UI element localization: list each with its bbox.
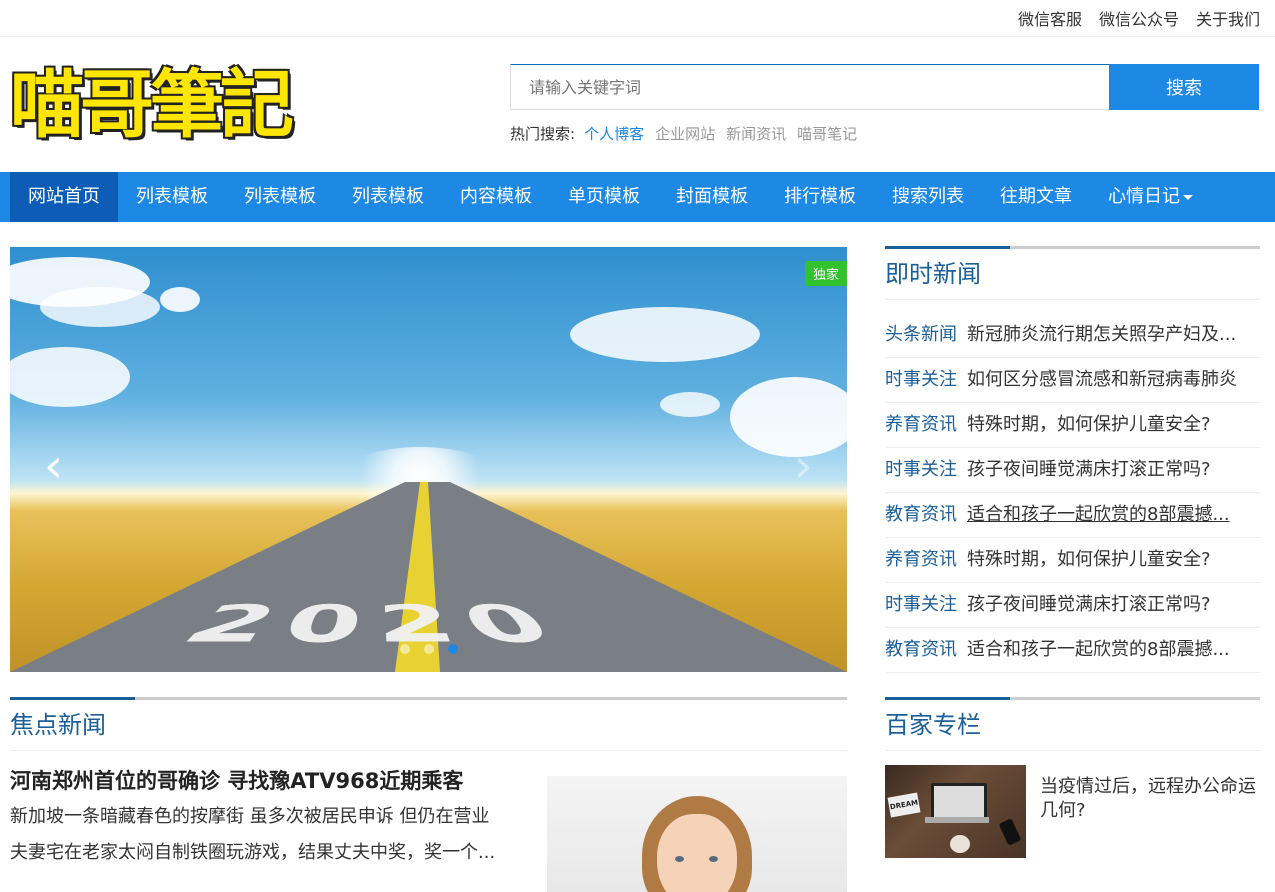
list-item[interactable]: 养育资讯 特殊时期，如何保护儿童安全? [885, 538, 1260, 583]
laptop-base-shape [925, 817, 989, 823]
slider-dot-active[interactable] [448, 644, 458, 654]
list-item[interactable]: 养育资讯 特殊时期，如何保护儿童安全? [885, 403, 1260, 448]
girl-face-shape [657, 814, 737, 892]
cloud-shape [660, 392, 720, 417]
notebook-shape: DREAM [887, 793, 920, 818]
list-item[interactable]: 时事关注 孩子夜间睡觉满床打滚正常吗? [885, 448, 1260, 493]
news-category[interactable]: 养育资讯 [885, 549, 957, 570]
hero-slider[interactable]: 2020 独家 ‹ › [10, 247, 847, 672]
section-title: 焦点新闻 [10, 700, 847, 750]
nav-item[interactable]: 往期文章 [982, 172, 1090, 222]
cup-shape [950, 835, 970, 853]
list-item[interactable]: 时事关注 孩子夜间睡觉满床打滚正常吗? [885, 583, 1260, 628]
chevron-left-icon[interactable]: ‹ [44, 442, 63, 490]
news-title[interactable]: 特殊时期，如何保护儿童安全? [967, 549, 1211, 570]
site-logo[interactable]: 喵哥筆記 [10, 55, 310, 155]
hot-searches: 热门搜索: 个人博客 企业网站 新闻资讯 喵哥笔记 [510, 123, 857, 144]
eye-shape [675, 856, 684, 862]
news-title[interactable]: 如何区分感冒流感和新冠病毒肺炎 [967, 369, 1237, 390]
nav-item[interactable]: 排行模板 [766, 172, 874, 222]
nav-item[interactable]: 内容模板 [442, 172, 550, 222]
about-us-link[interactable]: 关于我们 [1196, 6, 1260, 30]
cloud-shape [40, 287, 160, 327]
nav-item[interactable]: 列表模板 [334, 172, 442, 222]
search-input[interactable] [510, 64, 1128, 110]
news-category[interactable]: 时事关注 [885, 594, 957, 615]
top-bar: 微信客服 微信公众号 关于我们 [0, 0, 1275, 37]
nav-item-dropdown[interactable]: 心情日记 [1090, 172, 1211, 222]
section-accent-bar [885, 697, 1010, 700]
hot-search-label: 热门搜索: [510, 123, 575, 144]
exclusive-badge: 独家 [805, 261, 847, 286]
main-nav: 网站首页 列表模板 列表模板 列表模板 内容模板 单页模板 封面模板 排行模板 … [0, 172, 1275, 222]
slider-dot[interactable] [400, 644, 410, 654]
nav-item-label: 心情日记 [1108, 186, 1180, 207]
focus-headline[interactable]: 河南郑州首位的哥确诊 寻找豫ATV968近期乘客 [10, 763, 530, 799]
news-title[interactable]: 新冠肺炎流行期怎关照孕产妇及... [967, 324, 1236, 345]
search-box: 搜索 [510, 64, 1260, 110]
nav-item[interactable]: 列表模板 [118, 172, 226, 222]
list-item[interactable]: 时事关注 如何区分感冒流感和新冠病毒肺炎 [885, 358, 1260, 403]
section-title: 百家专栏 [885, 700, 1260, 750]
columns-header: 百家专栏 [885, 697, 1260, 751]
section-accent-bar [885, 246, 1010, 249]
news-title[interactable]: 适合和孩子一起欣赏的8部震撼... [967, 639, 1230, 660]
news-title[interactable]: 孩子夜间睡觉满床打滚正常吗? [967, 594, 1211, 615]
caret-down-icon [1183, 195, 1193, 200]
news-title[interactable]: 适合和孩子一起欣赏的8部震撼... [967, 504, 1230, 525]
search-button[interactable]: 搜索 [1109, 64, 1259, 110]
news-category[interactable]: 教育资讯 [885, 639, 957, 660]
top-links: 微信客服 微信公众号 关于我们 [1018, 6, 1260, 30]
news-category[interactable]: 时事关注 [885, 369, 957, 390]
slide-year-text: 2020 [160, 596, 594, 658]
phone-shape [999, 818, 1022, 846]
section-title: 即时新闻 [885, 249, 1260, 299]
news-title[interactable]: 特殊时期，如何保护儿童安全? [967, 414, 1211, 435]
slider-dot[interactable] [424, 644, 434, 654]
eye-shape [709, 856, 718, 862]
section-accent-bar [10, 697, 135, 700]
hot-search-item[interactable]: 企业网站 [655, 123, 715, 144]
focus-line[interactable]: 夫妻宅在老家太闷自制铁圈玩游戏，结果丈夫中奖，奖一个... [10, 835, 530, 871]
news-title[interactable]: 孩子夜间睡觉满床打滚正常吗? [967, 459, 1211, 480]
list-item[interactable]: 教育资讯 适合和孩子一起欣赏的8部震撼... [885, 493, 1260, 538]
column-item-title[interactable]: 当疫情过后，远程办公命运几何? [1040, 775, 1260, 823]
hot-search-item[interactable]: 新闻资讯 [726, 123, 786, 144]
news-category[interactable]: 教育资讯 [885, 504, 957, 525]
laptop-shape [931, 783, 987, 821]
wechat-service-link[interactable]: 微信客服 [1018, 6, 1082, 30]
news-category[interactable]: 养育资讯 [885, 414, 957, 435]
news-category[interactable]: 头条新闻 [885, 324, 957, 345]
news-category[interactable]: 时事关注 [885, 459, 957, 480]
hot-search-item[interactable]: 个人博客 [584, 123, 644, 144]
instant-news-list: 头条新闻 新冠肺炎流行期怎关照孕产妇及... 时事关注 如何区分感冒流感和新冠病毒肺… [885, 313, 1260, 673]
nav-item[interactable]: 列表模板 [226, 172, 334, 222]
focus-news-image[interactable] [547, 776, 847, 892]
nav-item-home[interactable]: 网站首页 [10, 172, 118, 222]
instant-news-header: 即时新闻 [885, 246, 1260, 300]
nav-item[interactable]: 搜索列表 [874, 172, 982, 222]
nav-item[interactable]: 单页模板 [550, 172, 658, 222]
focus-news-header: 焦点新闻 [10, 697, 847, 751]
chevron-right-icon[interactable]: › [794, 442, 813, 490]
logo-text: 喵哥筆記 [10, 55, 310, 155]
list-item[interactable]: 教育资讯 适合和孩子一起欣赏的8部震撼... [885, 628, 1260, 673]
nav-item[interactable]: 封面模板 [658, 172, 766, 222]
focus-line[interactable]: 新加坡一条暗藏春色的按摩街 虽多次被居民申诉 但仍在营业 [10, 799, 530, 835]
cloud-shape [570, 307, 760, 362]
wechat-official-link[interactable]: 微信公众号 [1099, 6, 1179, 30]
cloud-shape [160, 287, 200, 312]
focus-news: 河南郑州首位的哥确诊 寻找豫ATV968近期乘客 新加坡一条暗藏春色的按摩街 虽… [10, 763, 530, 871]
header: 喵哥筆記 搜索 热门搜索: 个人博客 企业网站 新闻资讯 喵哥笔记 [0, 37, 1275, 172]
column-item-image[interactable]: DREAM [885, 765, 1026, 858]
slider-dots [400, 644, 458, 654]
hot-search-item[interactable]: 喵哥笔记 [797, 123, 857, 144]
list-item[interactable]: 头条新闻 新冠肺炎流行期怎关照孕产妇及... [885, 313, 1260, 358]
